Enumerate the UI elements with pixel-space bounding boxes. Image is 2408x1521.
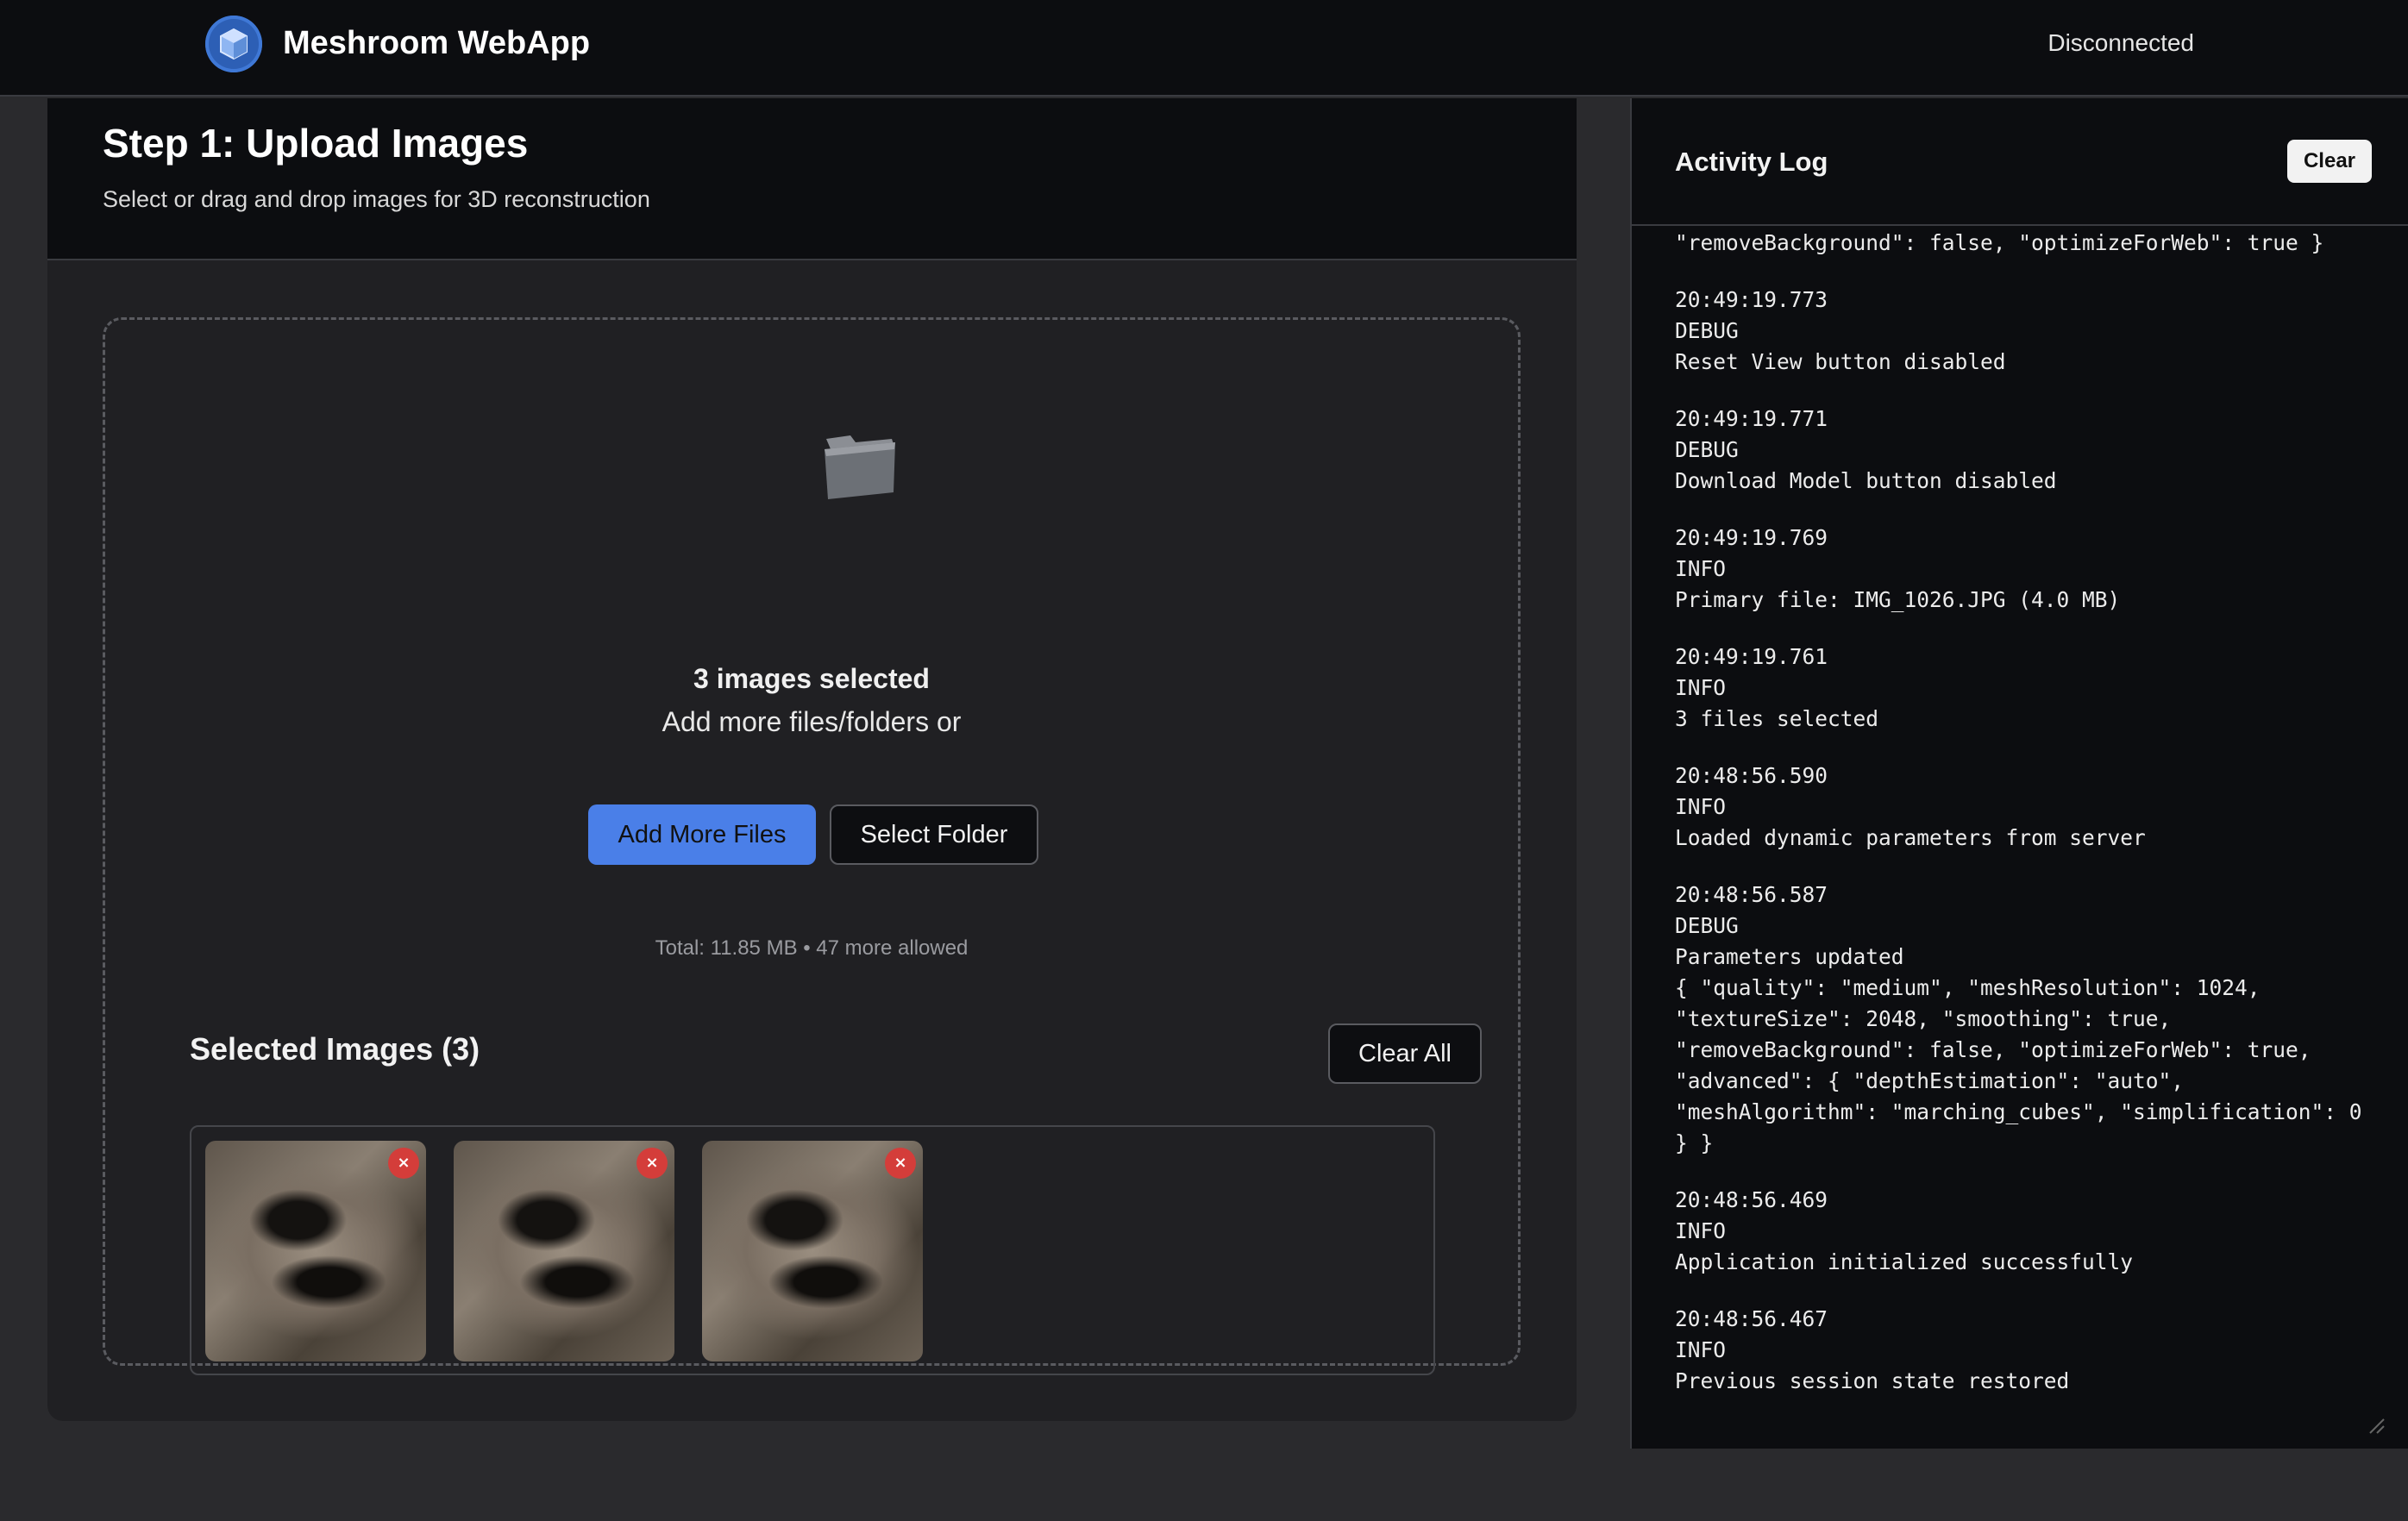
selected-images-header: Selected Images (3) [190,1031,480,1067]
step-subtitle: Select or drag and drop images for 3D re… [103,186,650,212]
image-thumbnail[interactable]: × [205,1141,426,1361]
clear-log-button[interactable]: Clear [2287,140,2372,183]
log-line: DEBUG [1675,318,1739,343]
log-line: 20:49:19.771 [1675,406,1828,431]
log-line: INFO [1675,1337,1727,1362]
total-size-info: Total: 11.85 MB • 47 more allowed [655,936,969,960]
step-header: Step 1: Upload Images Select or drag and… [47,98,1577,260]
log-entry: 20:49:19.769 INFO Primary file: IMG_1026.J… [1675,523,2382,616]
log-line: 20:49:19.773 [1675,287,1828,312]
activity-log-panel: Activity Log Clear "removeBackground": f… [1630,98,2408,1449]
log-line: 20:49:19.761 [1675,644,1828,669]
log-line: Download Model button disabled [1675,468,2057,493]
log-line: Application initialized successfully [1675,1249,2134,1274]
log-entry: 20:48:56.467 INFO Previous session state r… [1675,1304,2382,1397]
log-line: 20:48:56.467 [1675,1306,1828,1331]
remove-image-button[interactable]: × [885,1148,916,1179]
log-line: Loaded dynamic parameters from server [1675,825,2146,850]
activity-log-title: Activity Log [1675,147,1828,177]
log-line: 20:48:56.469 [1675,1187,1828,1212]
log-line: Parameters updated [1675,944,1904,969]
log-line: "meshAlgorithm": "marching_cubes", "simp… [1675,1099,2362,1124]
log-line: DEBUG [1675,437,1739,462]
log-line: Reset View button disabled [1675,349,2006,374]
step-title: Step 1: Upload Images [103,121,529,166]
folder-icon [819,423,902,510]
add-more-files-button[interactable]: Add More Files [588,804,816,865]
resize-handle-icon[interactable] [2365,1414,2386,1435]
log-line: INFO [1675,1218,1727,1243]
activity-log-header: Activity Log Clear [1632,98,2408,226]
selected-count: 3 images selected [693,663,930,694]
log-line: INFO [1675,794,1727,819]
remove-image-button[interactable]: × [636,1148,668,1179]
image-thumbnail[interactable]: × [702,1141,923,1361]
app-header: Meshroom WebApp Disconnected [0,0,2408,97]
app-title: Meshroom WebApp [283,25,591,61]
log-line: } } [1675,1130,1714,1155]
activity-log-list[interactable]: "removeBackground": false, "optimizeForW… [1675,228,2382,1521]
log-entry: 20:48:56.469 INFO Application initialized … [1675,1185,2382,1278]
log-line: Primary file: IMG_1026.JPG (4.0 MB) [1675,587,2121,612]
image-thumbnail[interactable]: × [454,1141,674,1361]
log-entry: 20:48:56.590 INFO Loaded dynamic parameter… [1675,760,2382,854]
select-folder-button[interactable]: Select Folder [830,804,1038,865]
clear-all-button[interactable]: Clear All [1328,1023,1482,1084]
log-entry: "removeBackground": false, "optimizeForW… [1675,228,2382,259]
log-line: "removeBackground": false, "optimizeForW… [1675,1037,2311,1062]
dropzone[interactable]: 3 images selected Add more files/folders… [103,317,1521,1375]
connection-status: Disconnected [2047,29,2194,56]
log-entry: 20:49:19.771 DEBUG Download Model button d… [1675,404,2382,497]
log-line: INFO [1675,675,1727,700]
log-entry: 20:49:19.773 DEBUG Reset View button disab… [1675,285,2382,378]
log-entry: 20:48:56.587 DEBUG Parameters updated { "qu… [1675,879,2382,1159]
log-line: "textureSize": 2048, "smoothing": true, [1675,1006,2172,1031]
remove-image-button[interactable]: × [388,1148,419,1179]
log-line: { "quality": "medium", "meshResolution":… [1675,975,2261,1000]
log-line: 20:48:56.590 [1675,763,1828,788]
upload-panel: Step 1: Upload Images Select or drag and… [47,98,1577,1421]
log-line: 20:48:56.587 [1675,882,1828,907]
cube-logo-icon [205,16,262,72]
log-line: 20:49:19.769 [1675,525,1828,550]
log-line: DEBUG [1675,913,1739,938]
log-line: Previous session state restored [1675,1368,2070,1393]
log-entry: 20:49:19.761 INFO 3 files selected [1675,642,2382,735]
log-line: INFO [1675,556,1727,581]
log-line: "advanced": { "depthEstimation": "auto", [1675,1068,2185,1093]
log-line: "removeBackground": false, "optimizeForW… [1675,230,2324,255]
thumbnail-grid: × × × [190,1125,1435,1375]
log-line: 3 files selected [1675,706,1879,731]
add-more-text: Add more files/folders or [662,706,962,737]
